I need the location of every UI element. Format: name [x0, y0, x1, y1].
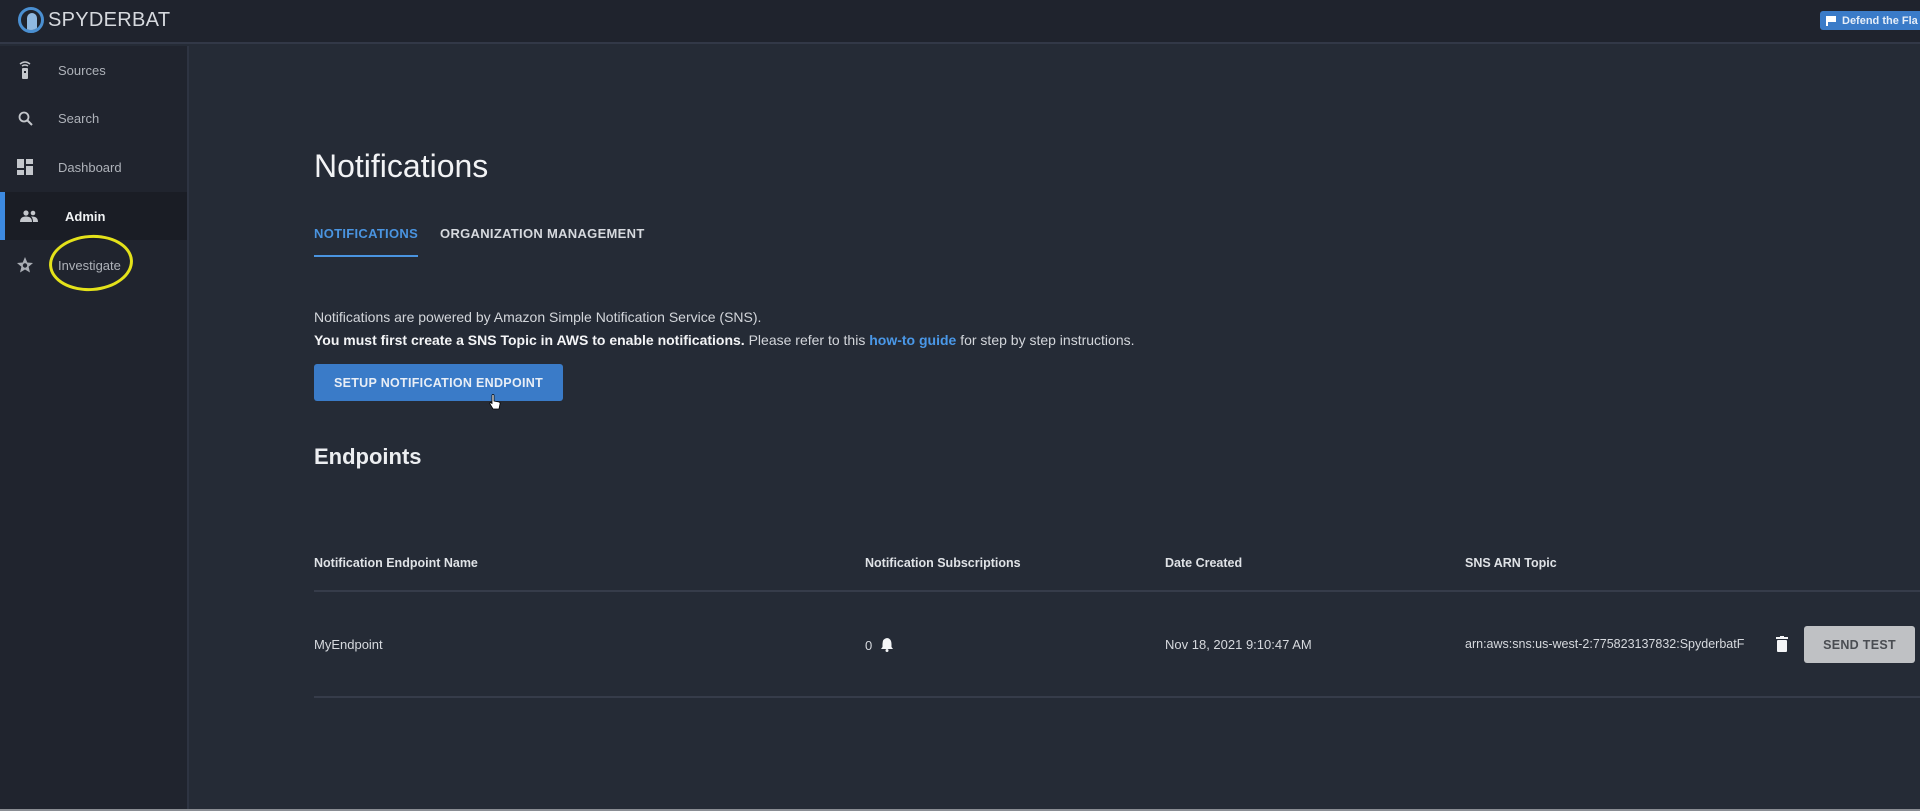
endpoints-title: Endpoints — [314, 444, 422, 469]
column-header-date-created[interactable]: Date Created — [1165, 556, 1242, 570]
trash-icon[interactable] — [1776, 636, 1788, 652]
investigate-icon — [16, 256, 34, 274]
bell-icon[interactable] — [880, 637, 894, 652]
column-header-name[interactable]: Notification Endpoint Name — [314, 556, 478, 570]
app-name: SPYDERBAT — [48, 8, 171, 31]
table-row: MyEndpoint 0 Nov 18, 2021 9:10:47 AM arn… — [314, 592, 1920, 698]
send-test-button[interactable]: SEND TEST — [1804, 626, 1915, 663]
endpoints-table: Notification Endpoint Name Notification … — [314, 540, 1920, 698]
dashboard-icon — [16, 158, 34, 176]
search-icon — [16, 109, 34, 127]
sidebar-item-label: Admin — [65, 208, 106, 224]
sns-arn-topic: arn:aws:sns:us-west-2:775823137832:Spyde… — [1465, 637, 1745, 651]
top-bar: SPYDERBAT Defend the Fla — [0, 0, 1920, 44]
setup-notification-endpoint-button[interactable]: SETUP NOTIFICATION ENDPOINT — [314, 364, 563, 401]
sidebar: Sources Search Dashboard Admin Investiga… — [0, 46, 189, 811]
tab-notifications[interactable]: NOTIFICATIONS — [314, 226, 419, 257]
endpoint-name: MyEndpoint — [314, 637, 383, 652]
tab-organization-management[interactable]: ORGANIZATION MANAGEMENT — [440, 226, 645, 257]
subscriptions-count: 0 — [865, 638, 873, 653]
page-title: Notifications — [314, 148, 489, 184]
info-line-2: You must first create a SNS Topic in AWS… — [314, 329, 1135, 352]
hand-cursor-icon — [489, 394, 501, 410]
flag-icon — [1826, 16, 1836, 26]
column-header-sns-arn[interactable]: SNS ARN Topic — [1465, 556, 1557, 570]
sidebar-item-admin[interactable]: Admin — [0, 192, 187, 240]
date-created: Nov 18, 2021 9:10:47 AM — [1165, 637, 1312, 652]
defend-the-flag-button[interactable]: Defend the Fla — [1820, 11, 1920, 30]
sidebar-item-label: Search — [58, 110, 100, 126]
admin-icon — [20, 207, 38, 225]
sidebar-item-dashboard[interactable]: Dashboard — [0, 143, 187, 191]
info-text-pre: Please refer to this — [744, 332, 870, 348]
app-logo[interactable]: SPYDERBAT — [18, 7, 170, 33]
sidebar-item-investigate[interactable]: Investigate — [0, 241, 187, 289]
spyderbat-logo-icon — [18, 7, 44, 33]
subscriptions-cell: 0 — [865, 637, 894, 653]
sidebar-item-label: Sources — [58, 62, 106, 78]
sns-info-text: Notifications are powered by Amazon Simp… — [314, 306, 1135, 352]
sources-icon — [16, 61, 34, 79]
info-text-post: for step by step instructions. — [956, 332, 1135, 348]
defend-the-flag-label: Defend the Fla — [1842, 14, 1918, 27]
info-line-1: Notifications are powered by Amazon Simp… — [314, 309, 762, 325]
sidebar-item-label: Dashboard — [58, 159, 122, 175]
info-bold-text: You must first create a SNS Topic in AWS… — [314, 332, 745, 348]
sidebar-item-search[interactable]: Search — [0, 94, 187, 142]
table-header: Notification Endpoint Name Notification … — [314, 540, 1920, 592]
sidebar-item-sources[interactable]: Sources — [0, 46, 187, 94]
how-to-guide-link[interactable]: how-to guide — [869, 332, 956, 348]
main-content: Notifications NOTIFICATIONS ORGANIZATION… — [191, 46, 1920, 811]
sidebar-item-label: Investigate — [58, 257, 121, 273]
column-header-subscriptions[interactable]: Notification Subscriptions — [865, 556, 1021, 570]
tab-bar: NOTIFICATIONS ORGANIZATION MANAGEMENT — [314, 226, 645, 257]
